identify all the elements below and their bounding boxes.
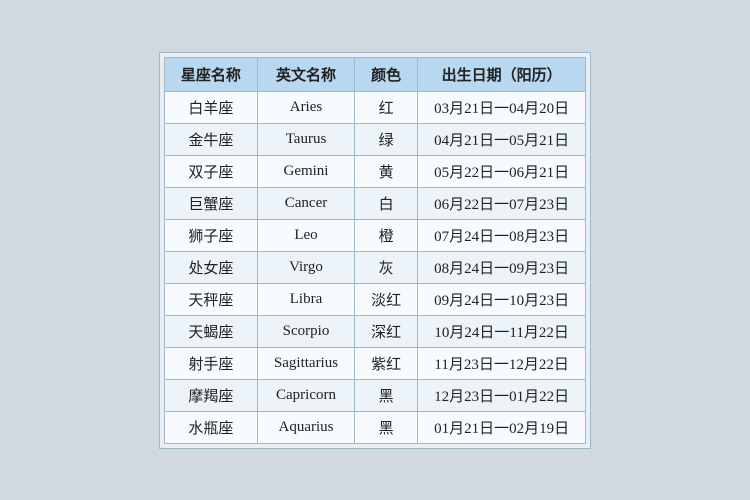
cell-dates: 04月21日一05月21日 — [418, 123, 586, 155]
cell-chinese-name: 双子座 — [164, 155, 257, 187]
cell-chinese-name: 摩羯座 — [164, 379, 257, 411]
cell-english-name: Gemini — [257, 155, 354, 187]
cell-dates: 01月21日一02月19日 — [418, 411, 586, 443]
table-row: 巨蟹座Cancer白06月22日一07月23日 — [164, 187, 585, 219]
cell-english-name: Aquarius — [257, 411, 354, 443]
cell-chinese-name: 水瓶座 — [164, 411, 257, 443]
cell-chinese-name: 白羊座 — [164, 91, 257, 123]
cell-color: 白 — [355, 187, 418, 219]
cell-dates: 06月22日一07月23日 — [418, 187, 586, 219]
cell-english-name: Libra — [257, 283, 354, 315]
cell-color: 黑 — [355, 379, 418, 411]
zodiac-table-container: 星座名称 英文名称 颜色 出生日期（阳历） 白羊座Aries红03月21日一04… — [159, 52, 591, 449]
cell-chinese-name: 巨蟹座 — [164, 187, 257, 219]
cell-color: 黄 — [355, 155, 418, 187]
cell-english-name: Capricorn — [257, 379, 354, 411]
table-row: 狮子座Leo橙07月24日一08月23日 — [164, 219, 585, 251]
cell-chinese-name: 天蝎座 — [164, 315, 257, 347]
table-row: 摩羯座Capricorn黑12月23日一01月22日 — [164, 379, 585, 411]
table-row: 处女座Virgo灰08月24日一09月23日 — [164, 251, 585, 283]
cell-english-name: Taurus — [257, 123, 354, 155]
table-row: 射手座Sagittarius紫红11月23日一12月22日 — [164, 347, 585, 379]
cell-english-name: Sagittarius — [257, 347, 354, 379]
header-english-name: 英文名称 — [257, 57, 354, 91]
cell-dates: 10月24日一11月22日 — [418, 315, 586, 347]
cell-dates: 03月21日一04月20日 — [418, 91, 586, 123]
cell-english-name: Cancer — [257, 187, 354, 219]
table-row: 白羊座Aries红03月21日一04月20日 — [164, 91, 585, 123]
cell-chinese-name: 天秤座 — [164, 283, 257, 315]
cell-english-name: Aries — [257, 91, 354, 123]
zodiac-table: 星座名称 英文名称 颜色 出生日期（阳历） 白羊座Aries红03月21日一04… — [164, 57, 586, 444]
cell-dates: 07月24日一08月23日 — [418, 219, 586, 251]
cell-chinese-name: 射手座 — [164, 347, 257, 379]
cell-english-name: Leo — [257, 219, 354, 251]
table-row: 水瓶座Aquarius黑01月21日一02月19日 — [164, 411, 585, 443]
table-header-row: 星座名称 英文名称 颜色 出生日期（阳历） — [164, 57, 585, 91]
header-chinese-name: 星座名称 — [164, 57, 257, 91]
header-dates: 出生日期（阳历） — [418, 57, 586, 91]
cell-english-name: Scorpio — [257, 315, 354, 347]
table-row: 双子座Gemini黄05月22日一06月21日 — [164, 155, 585, 187]
cell-chinese-name: 狮子座 — [164, 219, 257, 251]
cell-english-name: Virgo — [257, 251, 354, 283]
table-row: 天秤座Libra淡红09月24日一10月23日 — [164, 283, 585, 315]
cell-dates: 12月23日一01月22日 — [418, 379, 586, 411]
cell-dates: 09月24日一10月23日 — [418, 283, 586, 315]
cell-color: 淡红 — [355, 283, 418, 315]
cell-dates: 11月23日一12月22日 — [418, 347, 586, 379]
table-body: 白羊座Aries红03月21日一04月20日金牛座Taurus绿04月21日一0… — [164, 91, 585, 443]
cell-color: 绿 — [355, 123, 418, 155]
cell-chinese-name: 金牛座 — [164, 123, 257, 155]
table-row: 金牛座Taurus绿04月21日一05月21日 — [164, 123, 585, 155]
header-color: 颜色 — [355, 57, 418, 91]
cell-dates: 08月24日一09月23日 — [418, 251, 586, 283]
cell-color: 灰 — [355, 251, 418, 283]
cell-color: 橙 — [355, 219, 418, 251]
cell-chinese-name: 处女座 — [164, 251, 257, 283]
cell-color: 紫红 — [355, 347, 418, 379]
cell-dates: 05月22日一06月21日 — [418, 155, 586, 187]
cell-color: 红 — [355, 91, 418, 123]
cell-color: 黑 — [355, 411, 418, 443]
table-row: 天蝎座Scorpio深红10月24日一11月22日 — [164, 315, 585, 347]
cell-color: 深红 — [355, 315, 418, 347]
